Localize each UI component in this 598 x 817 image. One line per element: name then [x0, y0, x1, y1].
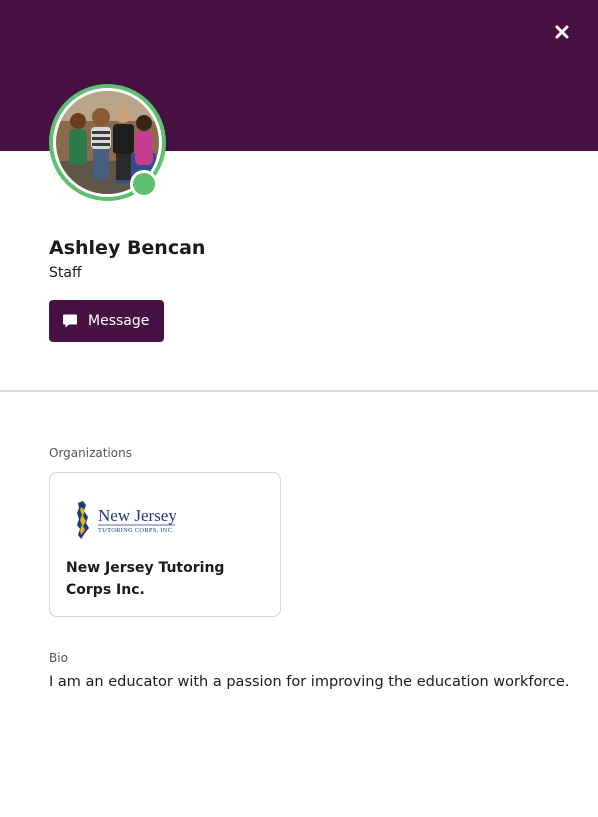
avatar	[49, 84, 166, 201]
organizations-heading: Organizations	[49, 446, 132, 460]
section-divider	[0, 390, 598, 392]
bio-heading: Bio	[49, 651, 68, 665]
profile-name: Ashley Bencan	[49, 237, 206, 259]
profile-role: Staff	[49, 265, 82, 281]
organization-name: New Jersey Tutoring Corps Inc.	[66, 560, 225, 598]
chat-bubble-icon	[63, 314, 77, 328]
organization-logo: New Jersey TUTORING CORPS, INC.	[77, 501, 176, 539]
bio-text: I am an educator with a passion for impr…	[49, 674, 570, 690]
message-button-label: Message	[88, 313, 150, 329]
org-logo-title: New Jersey	[98, 506, 176, 525]
close-button[interactable]	[551, 21, 573, 43]
organization-card[interactable]: New Jersey TUTORING CORPS, INC. New Jers…	[49, 472, 281, 617]
online-status-indicator	[130, 170, 158, 198]
close-icon	[555, 25, 569, 39]
org-logo-subtitle: TUTORING CORPS, INC.	[98, 527, 174, 534]
message-button[interactable]: Message	[49, 300, 164, 342]
